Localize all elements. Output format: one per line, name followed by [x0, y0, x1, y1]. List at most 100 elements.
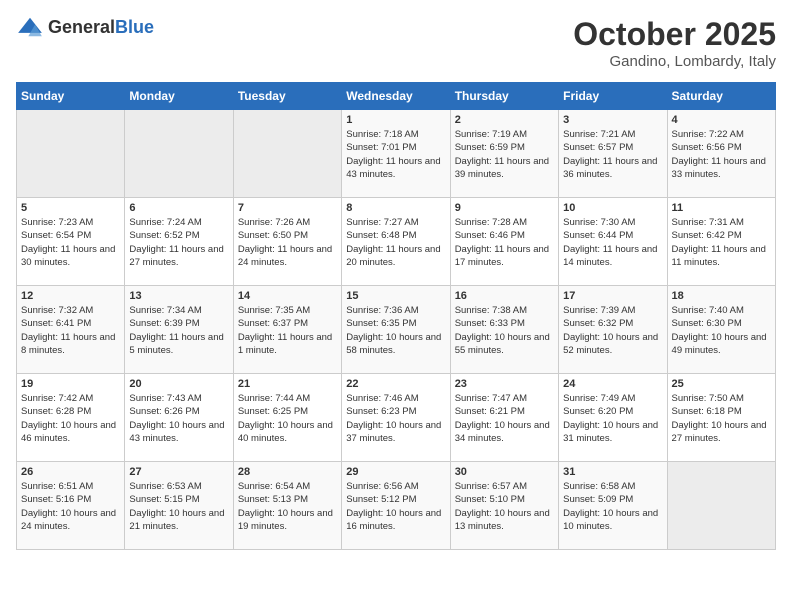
- day-number: 23: [455, 378, 554, 390]
- title-block: October 2025 Gandino, Lombardy, Italy: [573, 16, 776, 70]
- calendar-week-row: 5Sunrise: 7:23 AMSunset: 6:54 PMDaylight…: [17, 198, 776, 286]
- day-number: 9: [455, 202, 554, 214]
- day-number: 14: [238, 290, 337, 302]
- calendar-week-row: 1 Sunrise: 7:18 AMSunset: 7:01 PMDaylight…: [17, 110, 776, 198]
- calendar-cell: 10 Sunrise: 7:30 AMSunset: 6:44 PMDayligh…: [559, 198, 667, 286]
- calendar-cell: 27 Sunrise: 6:53 AMSunset: 5:15 PMDayligh…: [125, 462, 233, 550]
- cell-info: Sunrise: 7:27 AMSunset: 6:48 PMDaylight:…: [346, 216, 445, 269]
- calendar-cell: 29Sunrise: 6:56 AMSunset: 5:12 PMDayligh…: [342, 462, 450, 550]
- calendar-cell: 4 Sunrise: 7:22 AMSunset: 6:56 PMDaylight…: [667, 110, 775, 198]
- cell-info: Sunrise: 6:57 AMSunset: 5:10 PMDaylight:…: [455, 480, 554, 533]
- day-number: 20: [129, 378, 228, 390]
- calendar-cell: 5Sunrise: 7:23 AMSunset: 6:54 PMDaylight…: [17, 198, 125, 286]
- location-title: Gandino, Lombardy, Italy: [573, 53, 776, 70]
- calendar-cell: 24 Sunrise: 7:49 AMSunset: 6:20 PMDayligh…: [559, 374, 667, 462]
- cell-info: Sunrise: 7:28 AMSunset: 6:46 PMDaylight:…: [455, 216, 554, 269]
- day-number: 1: [346, 114, 445, 126]
- day-number: 17: [563, 290, 662, 302]
- cell-info: Sunrise: 7:30 AMSunset: 6:44 PMDaylight:…: [563, 216, 662, 269]
- calendar-cell: 30Sunrise: 6:57 AMSunset: 5:10 PMDayligh…: [450, 462, 558, 550]
- calendar-header-row: SundayMondayTuesdayWednesdayThursdayFrid…: [17, 83, 776, 110]
- cell-info: Sunrise: 7:49 AMSunset: 6:20 PMDaylight:…: [563, 392, 662, 445]
- day-number: 16: [455, 290, 554, 302]
- cell-info: Sunrise: 7:44 AMSunset: 6:25 PMDaylight:…: [238, 392, 337, 445]
- cell-info: Sunrise: 6:51 AMSunset: 5:16 PMDaylight:…: [21, 480, 120, 533]
- calendar-cell: 28 Sunrise: 6:54 AMSunset: 5:13 PMDayligh…: [233, 462, 341, 550]
- cell-info: Sunrise: 7:38 AMSunset: 6:33 PMDaylight:…: [455, 304, 554, 357]
- calendar-cell: 20 Sunrise: 7:43 AMSunset: 6:26 PMDayligh…: [125, 374, 233, 462]
- day-of-week-header: Friday: [559, 83, 667, 110]
- calendar-cell: 23 Sunrise: 7:47 AMSunset: 6:21 PMDayligh…: [450, 374, 558, 462]
- calendar-cell: [667, 462, 775, 550]
- cell-info: Sunrise: 7:18 AMSunset: 7:01 PMDaylight:…: [346, 128, 445, 181]
- day-number: 7: [238, 202, 337, 214]
- day-number: 13: [129, 290, 228, 302]
- cell-info: Sunrise: 7:35 AMSunset: 6:37 PMDaylight:…: [238, 304, 337, 357]
- cell-info: Sunrise: 7:23 AMSunset: 6:54 PMDaylight:…: [21, 216, 120, 269]
- day-of-week-header: Sunday: [17, 83, 125, 110]
- logo-icon: [16, 16, 44, 38]
- cell-info: Sunrise: 7:26 AMSunset: 6:50 PMDaylight:…: [238, 216, 337, 269]
- day-number: 12: [21, 290, 120, 302]
- day-number: 25: [672, 378, 771, 390]
- calendar-cell: [233, 110, 341, 198]
- cell-info: Sunrise: 7:39 AMSunset: 6:32 PMDaylight:…: [563, 304, 662, 357]
- cell-info: Sunrise: 7:40 AMSunset: 6:30 PMDaylight:…: [672, 304, 771, 357]
- cell-info: Sunrise: 7:32 AMSunset: 6:41 PMDaylight:…: [21, 304, 120, 357]
- day-of-week-header: Wednesday: [342, 83, 450, 110]
- calendar-cell: 22 Sunrise: 7:46 AMSunset: 6:23 PMDayligh…: [342, 374, 450, 462]
- cell-info: Sunrise: 6:53 AMSunset: 5:15 PMDaylight:…: [129, 480, 228, 533]
- calendar-week-row: 26 Sunrise: 6:51 AMSunset: 5:16 PMDayligh…: [17, 462, 776, 550]
- calendar-cell: 12 Sunrise: 7:32 AMSunset: 6:41 PMDayligh…: [17, 286, 125, 374]
- day-number: 4: [672, 114, 771, 126]
- cell-info: Sunrise: 7:19 AMSunset: 6:59 PMDaylight:…: [455, 128, 554, 181]
- calendar-cell: 14 Sunrise: 7:35 AMSunset: 6:37 PMDayligh…: [233, 286, 341, 374]
- calendar-cell: 19 Sunrise: 7:42 AMSunset: 6:28 PMDayligh…: [17, 374, 125, 462]
- cell-info: Sunrise: 7:43 AMSunset: 6:26 PMDaylight:…: [129, 392, 228, 445]
- cell-info: Sunrise: 7:21 AMSunset: 6:57 PMDaylight:…: [563, 128, 662, 181]
- cell-info: Sunrise: 7:22 AMSunset: 6:56 PMDaylight:…: [672, 128, 771, 181]
- day-number: 22: [346, 378, 445, 390]
- calendar-cell: 8 Sunrise: 7:27 AMSunset: 6:48 PMDaylight…: [342, 198, 450, 286]
- calendar-cell: 11Sunrise: 7:31 AMSunset: 6:42 PMDayligh…: [667, 198, 775, 286]
- day-number: 27: [129, 466, 228, 478]
- day-number: 19: [21, 378, 120, 390]
- calendar-cell: 26 Sunrise: 6:51 AMSunset: 5:16 PMDayligh…: [17, 462, 125, 550]
- month-title: October 2025: [573, 16, 776, 53]
- day-number: 24: [563, 378, 662, 390]
- calendar-cell: 9 Sunrise: 7:28 AMSunset: 6:46 PMDaylight…: [450, 198, 558, 286]
- cell-info: Sunrise: 6:58 AMSunset: 5:09 PMDaylight:…: [563, 480, 662, 533]
- logo-general: General: [48, 17, 115, 37]
- day-number: 8: [346, 202, 445, 214]
- calendar-cell: 1 Sunrise: 7:18 AMSunset: 7:01 PMDaylight…: [342, 110, 450, 198]
- calendar-cell: 7 Sunrise: 7:26 AMSunset: 6:50 PMDaylight…: [233, 198, 341, 286]
- day-number: 28: [238, 466, 337, 478]
- cell-info: Sunrise: 7:47 AMSunset: 6:21 PMDaylight:…: [455, 392, 554, 445]
- cell-info: Sunrise: 7:31 AMSunset: 6:42 PMDaylight:…: [672, 216, 771, 269]
- page-header: GeneralBlue October 2025 Gandino, Lombar…: [16, 16, 776, 70]
- day-number: 3: [563, 114, 662, 126]
- calendar-cell: 13 Sunrise: 7:34 AMSunset: 6:39 PMDayligh…: [125, 286, 233, 374]
- day-number: 26: [21, 466, 120, 478]
- calendar-cell: 18 Sunrise: 7:40 AMSunset: 6:30 PMDayligh…: [667, 286, 775, 374]
- calendar-week-row: 19 Sunrise: 7:42 AMSunset: 6:28 PMDayligh…: [17, 374, 776, 462]
- day-number: 29: [346, 466, 445, 478]
- calendar-cell: 25Sunrise: 7:50 AMSunset: 6:18 PMDayligh…: [667, 374, 775, 462]
- cell-info: Sunrise: 7:46 AMSunset: 6:23 PMDaylight:…: [346, 392, 445, 445]
- calendar-table: SundayMondayTuesdayWednesdayThursdayFrid…: [16, 82, 776, 550]
- cell-info: Sunrise: 7:42 AMSunset: 6:28 PMDaylight:…: [21, 392, 120, 445]
- calendar-week-row: 12 Sunrise: 7:32 AMSunset: 6:41 PMDayligh…: [17, 286, 776, 374]
- day-number: 18: [672, 290, 771, 302]
- day-number: 31: [563, 466, 662, 478]
- cell-info: Sunrise: 7:36 AMSunset: 6:35 PMDaylight:…: [346, 304, 445, 357]
- cell-info: Sunrise: 7:34 AMSunset: 6:39 PMDaylight:…: [129, 304, 228, 357]
- calendar-cell: 15 Sunrise: 7:36 AMSunset: 6:35 PMDayligh…: [342, 286, 450, 374]
- day-number: 6: [129, 202, 228, 214]
- calendar-cell: 3 Sunrise: 7:21 AMSunset: 6:57 PMDaylight…: [559, 110, 667, 198]
- day-of-week-header: Monday: [125, 83, 233, 110]
- day-of-week-header: Saturday: [667, 83, 775, 110]
- day-number: 21: [238, 378, 337, 390]
- day-number: 15: [346, 290, 445, 302]
- cell-info: Sunrise: 6:54 AMSunset: 5:13 PMDaylight:…: [238, 480, 337, 533]
- day-number: 10: [563, 202, 662, 214]
